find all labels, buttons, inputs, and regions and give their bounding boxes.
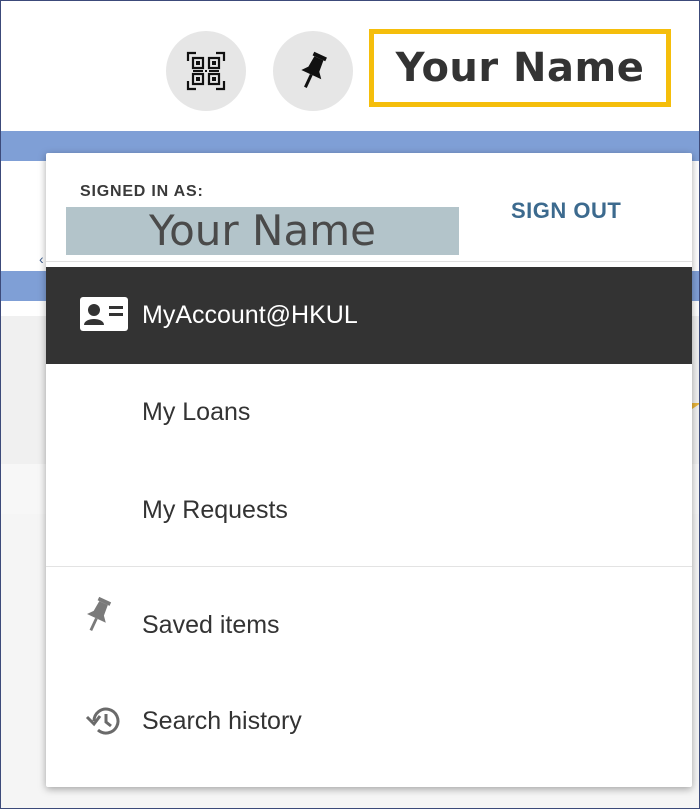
signed-in-user-name: Your Name <box>66 207 459 255</box>
pin-icon <box>301 51 327 88</box>
menu-item-saved-items-label: Saved items <box>142 611 280 639</box>
user-name-button[interactable]: Your Name <box>369 29 671 107</box>
top-bar: Your Name <box>1 1 699 131</box>
menu-item-myaccount-label: MyAccount@HKUL <box>142 301 358 329</box>
qr-code-icon <box>186 51 226 91</box>
menu-item-search-history-label: Search history <box>142 707 302 735</box>
menu-item-my-requests-label: My Requests <box>142 496 288 524</box>
menu-item-saved-items[interactable]: Saved items <box>46 567 692 663</box>
signed-in-user-name-text: Your Name <box>149 206 376 255</box>
history-icon <box>85 707 120 735</box>
app-window: Your Name ‹ SIGNED IN AS: Your Name SIGN… <box>0 0 700 809</box>
divider <box>46 261 692 262</box>
menu-item-my-loans-label: My Loans <box>142 398 251 426</box>
user-name-label: Your Name <box>395 45 645 91</box>
id-card-icon <box>80 297 128 331</box>
pin-icon <box>87 596 112 631</box>
menu-item-my-requests[interactable]: My Requests <box>46 460 692 556</box>
menu-item-my-loans[interactable]: My Loans <box>46 364 692 460</box>
signed-in-label: SIGNED IN AS: <box>80 183 204 200</box>
menu-item-myaccount[interactable]: MyAccount@HKUL <box>46 267 692 364</box>
user-dropdown-menu: SIGNED IN AS: Your Name SIGN OUT MyAccou… <box>46 153 692 787</box>
sign-out-button[interactable]: SIGN OUT <box>511 198 621 224</box>
pin-button[interactable] <box>273 31 353 111</box>
menu-item-search-history[interactable]: Search history <box>46 663 692 759</box>
qr-code-button[interactable] <box>166 31 246 111</box>
